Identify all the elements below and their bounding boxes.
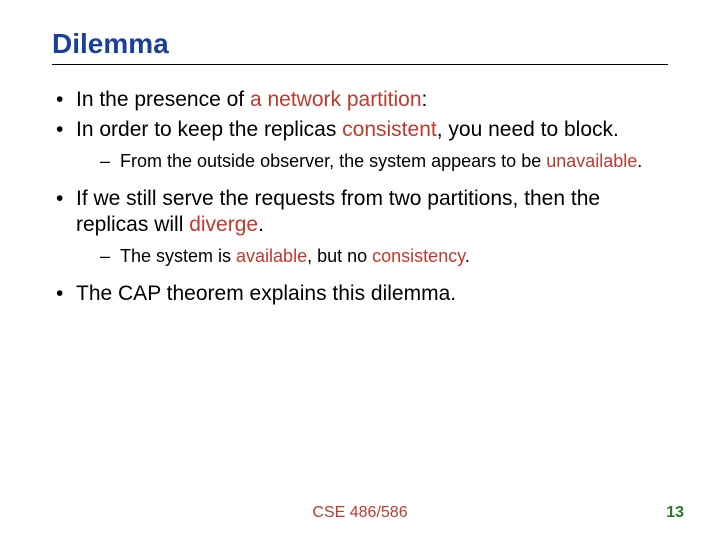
sub-list: From the outside observer, the system ap… — [76, 150, 668, 173]
title-underline — [52, 64, 668, 65]
text: The system is — [120, 246, 236, 266]
bullet-4: The CAP theorem explains this dilemma. — [52, 281, 668, 307]
sub-bullet: From the outside observer, the system ap… — [100, 150, 668, 173]
text: In order to keep the replicas — [76, 118, 342, 141]
bullet-2: In order to keep the replicas consistent… — [52, 117, 668, 172]
page-number: 13 — [666, 504, 684, 522]
text: , but no — [307, 246, 372, 266]
footer-course: CSE 486/586 — [0, 504, 720, 522]
bullet-1: In the presence of a network partition: — [52, 87, 668, 113]
highlight: available — [236, 246, 307, 266]
text: . — [637, 151, 642, 171]
highlight: unavailable — [546, 151, 637, 171]
highlight: consistent — [342, 118, 437, 141]
slide-title: Dilemma — [52, 28, 668, 60]
slide: Dilemma In the presence of a network par… — [0, 0, 720, 540]
bullet-list: In the presence of a network partition: … — [52, 87, 668, 307]
highlight: consistency — [372, 246, 465, 266]
text: , you need to block. — [437, 118, 619, 141]
text: . — [465, 246, 470, 266]
sub-list: The system is available, but no consiste… — [76, 245, 668, 268]
sub-bullet: The system is available, but no consiste… — [100, 245, 668, 268]
text: From the outside observer, the system ap… — [120, 151, 546, 171]
highlight: diverge — [189, 213, 258, 236]
bullet-3: If we still serve the requests from two … — [52, 186, 668, 267]
text: : — [422, 88, 428, 111]
text: . — [258, 213, 264, 236]
highlight: a network partition — [250, 88, 422, 111]
text: The CAP theorem explains this dilemma. — [76, 282, 456, 305]
text: If we still serve the requests from two … — [76, 187, 600, 236]
text: In the presence of — [76, 88, 250, 111]
